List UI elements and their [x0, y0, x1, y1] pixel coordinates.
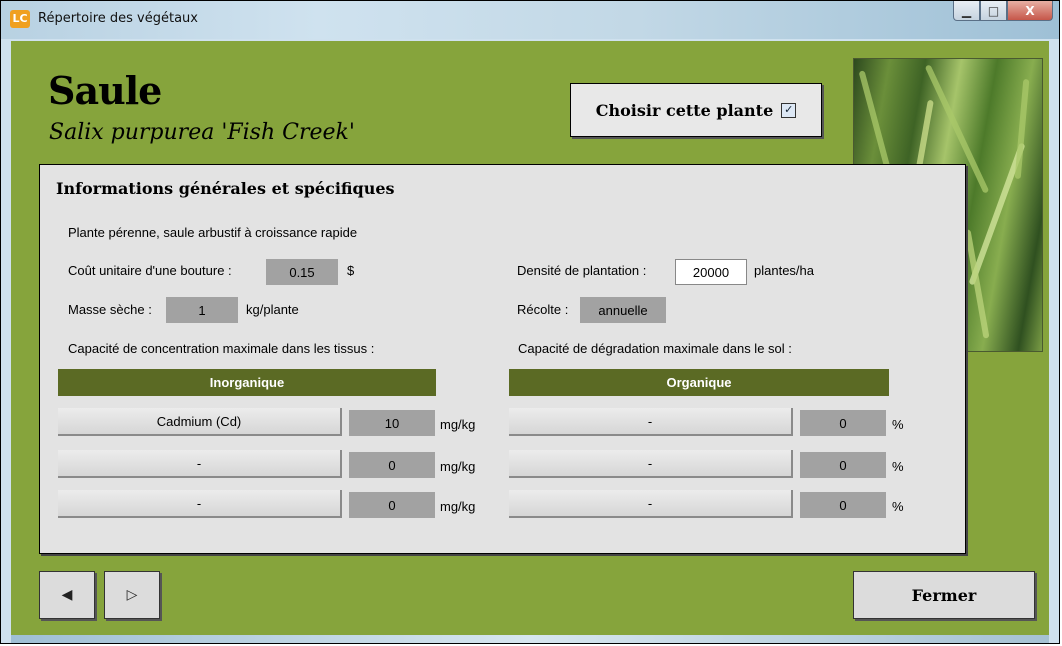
maximize-button[interactable]: □	[980, 1, 1007, 21]
inorganic-row-2-unit: mg/kg	[440, 459, 476, 474]
next-button[interactable]: ▷	[104, 571, 160, 619]
title-bar[interactable]: LC Répertoire des végétaux ▁ □ X	[1, 1, 1059, 39]
mass-unit: kg/plante	[246, 302, 299, 317]
inorganic-header: Inorganique	[58, 369, 436, 396]
plant-name: Saule	[48, 68, 162, 113]
info-panel: Informations générales et spécifiques Pl…	[39, 164, 966, 554]
organic-row-1-value: 0	[800, 410, 886, 436]
inorganic-row-3-unit: mg/kg	[440, 499, 476, 514]
organic-row-2-button[interactable]: -	[509, 450, 793, 478]
density-label: Densité de plantation :	[517, 263, 647, 278]
inorganic-row-2-value: 0	[349, 452, 435, 478]
choose-plant-checkbox[interactable]: ✓	[781, 102, 797, 118]
app-window: LC Répertoire des végétaux ▁ □ X Saule S…	[0, 0, 1060, 644]
app-logo-icon: LC	[10, 10, 30, 28]
plant-latin-name: Salix purpurea 'Fish Creek'	[49, 120, 355, 145]
organic-header: Organique	[509, 369, 889, 396]
inorganic-row-2-button[interactable]: -	[58, 450, 342, 478]
concentration-label: Capacité de concentration maximale dans …	[68, 341, 375, 356]
window-controls: ▁ □ X	[953, 1, 1053, 23]
arrow-left-icon: ◀	[61, 587, 73, 603]
organic-row-1-button[interactable]: -	[509, 408, 793, 436]
mass-label: Masse sèche :	[68, 302, 152, 317]
close-button[interactable]: Fermer	[853, 571, 1035, 619]
organic-row-2-value: 0	[800, 452, 886, 478]
organic-row-2-unit: %	[892, 459, 904, 474]
density-unit: plantes/ha	[754, 263, 814, 278]
cost-value: 0.15	[266, 259, 338, 285]
mass-value: 1	[166, 297, 238, 323]
previous-button[interactable]: ◀	[39, 571, 95, 619]
harvest-label: Récolte :	[517, 302, 569, 317]
cost-label: Coût unitaire d'une bouture :	[68, 263, 232, 278]
organic-row-1-unit: %	[892, 417, 904, 432]
organic-row-3-button[interactable]: -	[509, 490, 793, 518]
degradation-label: Capacité de dégradation maximale dans le…	[518, 341, 792, 356]
window-bottom-border	[11, 635, 1049, 643]
organic-row-3-unit: %	[892, 499, 904, 514]
arrow-right-icon: ▷	[126, 587, 138, 603]
organic-row-3-value: 0	[800, 492, 886, 518]
inorganic-row-3-value: 0	[349, 492, 435, 518]
close-window-button[interactable]: X	[1007, 1, 1053, 21]
choose-plant-control[interactable]: Choisir cette plante ✓	[570, 83, 822, 137]
choose-plant-label: Choisir cette plante	[595, 100, 774, 120]
cost-unit: $	[347, 263, 355, 278]
inorganic-row-3-button[interactable]: -	[58, 490, 342, 518]
plant-description: Plante pérenne, saule arbustif à croissa…	[68, 225, 358, 240]
minimize-button[interactable]: ▁	[953, 1, 980, 21]
inorganic-row-1-button[interactable]: Cadmium (Cd)	[58, 408, 342, 436]
inorganic-row-1-value: 10	[349, 410, 435, 436]
client-area: Saule Salix purpurea 'Fish Creek' Choisi…	[11, 41, 1049, 635]
inorganic-row-1-unit: mg/kg	[440, 417, 476, 432]
harvest-value: annuelle	[580, 297, 666, 323]
density-input[interactable]: 20000	[675, 259, 747, 285]
section-title: Informations générales et spécifiques	[56, 179, 395, 198]
window-title: Répertoire des végétaux	[38, 11, 198, 26]
